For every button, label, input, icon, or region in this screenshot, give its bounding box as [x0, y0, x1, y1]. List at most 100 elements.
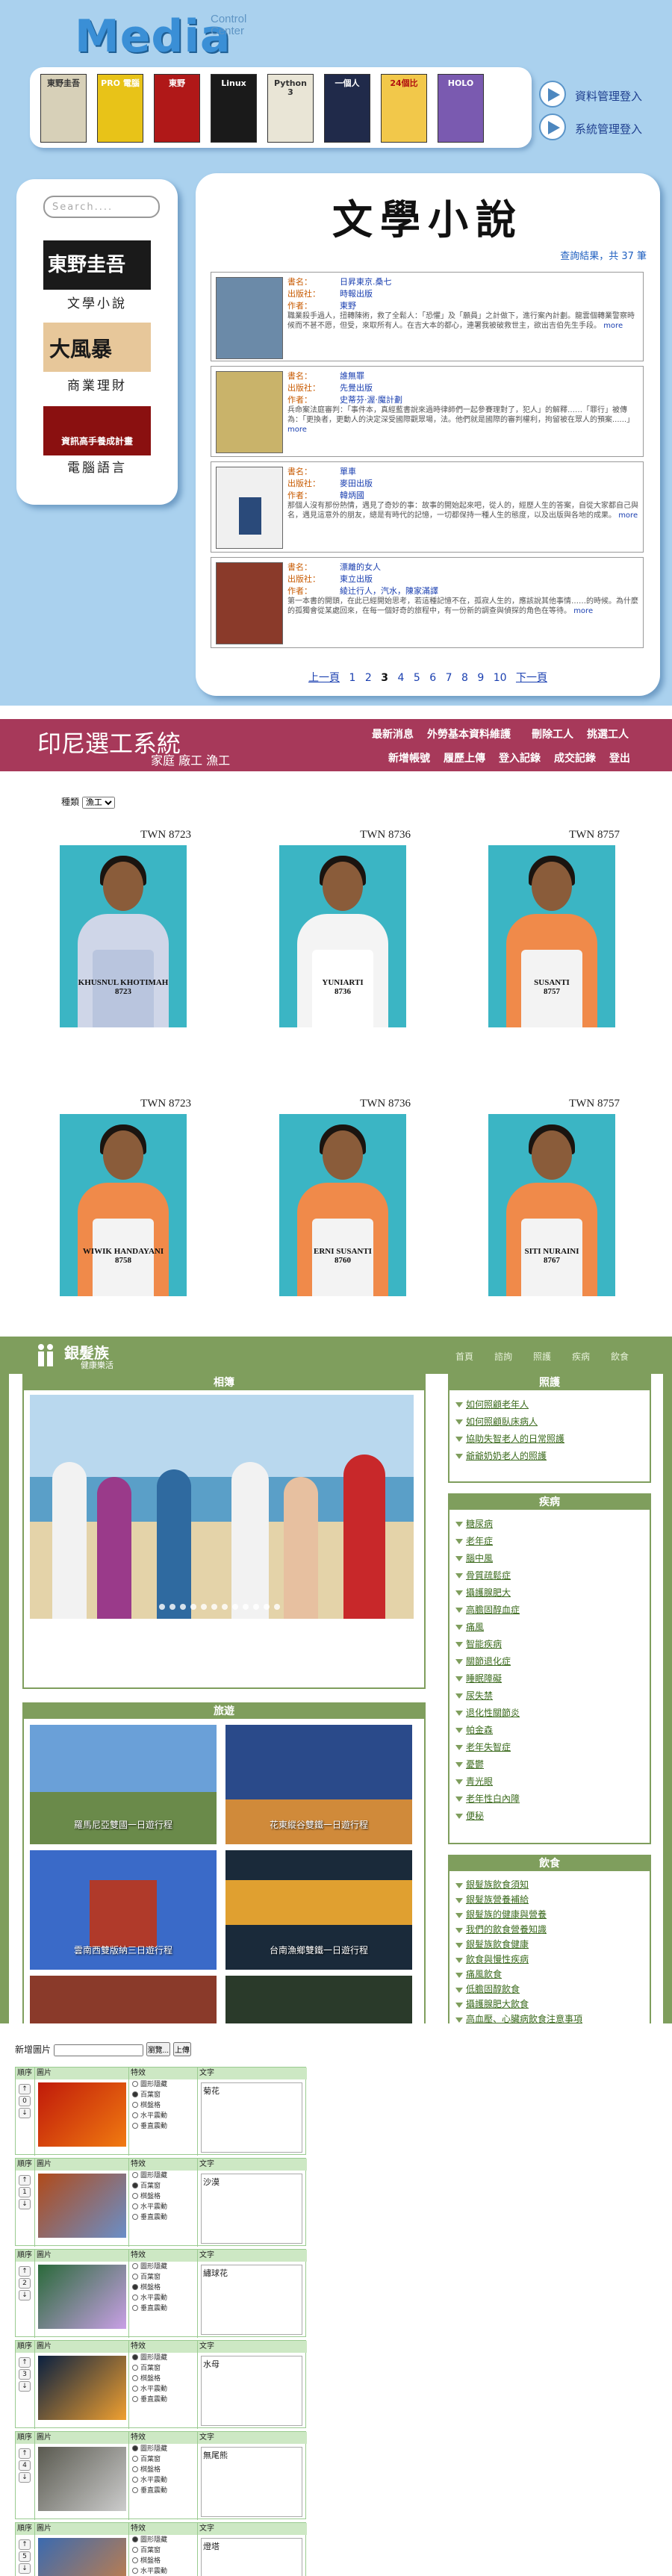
category-business[interactable]: 商業理財 [31, 375, 163, 393]
effect-radio[interactable]: 百葉窗 [129, 2272, 197, 2283]
diet-link[interactable]: 攝護腺肥大飲食 [455, 1997, 582, 2012]
disease-link[interactable]: 退化性關節炎 [455, 1705, 520, 1722]
caption-textarea[interactable]: 菊花 [201, 2082, 302, 2153]
worker-card[interactable]: TWN 8723 KHUSNUL KHOTIMAH 8723 [49, 829, 206, 1038]
move-down-button[interactable]: ↓ [19, 2108, 31, 2118]
page-link[interactable]: 1 [349, 672, 355, 684]
disease-link[interactable]: 帕金森 [455, 1722, 520, 1739]
book-cover[interactable]: HOLO [438, 74, 484, 143]
move-up-button[interactable]: ↑ [19, 2539, 31, 2550]
book-title-link[interactable]: 單車 [340, 467, 356, 476]
caption-textarea[interactable]: 水母 [201, 2356, 302, 2426]
effect-radio[interactable]: 棋盤格 [129, 2283, 197, 2293]
book-cover[interactable]: 東野 [154, 74, 200, 143]
page-link[interactable]: 10 [494, 672, 507, 684]
system-admin-login[interactable]: 系統管理登入 [539, 113, 668, 142]
disease-link[interactable]: 糖尿病 [455, 1516, 520, 1533]
effect-radio[interactable]: 圖形隱藏 [129, 2171, 197, 2181]
book-cover[interactable]: 24個比 [381, 74, 427, 143]
travel-tile[interactable]: 雲南西雙版納三日遊行程 [30, 1850, 217, 1970]
book-title-link[interactable]: 日昇東京.桑七 [340, 277, 392, 287]
effect-radio[interactable]: 棋盤格 [129, 2465, 197, 2475]
effect-radio[interactable]: 百葉窗 [129, 2545, 197, 2556]
effect-radio[interactable]: 水平震動 [129, 2384, 197, 2395]
worker-card[interactable]: TWN 8736 YUNIARTI 8736 [269, 829, 426, 1038]
nav-upload-resume[interactable]: 履歷上傳 [444, 750, 485, 765]
effect-radio[interactable]: 垂直震動 [129, 2121, 197, 2132]
nav-news[interactable]: 最新消息 [372, 727, 414, 741]
worker-card[interactable]: TWN 8736 ERNI SUSANTI 8760 [269, 1098, 426, 1307]
search-input[interactable]: Search.... [43, 196, 160, 218]
disease-link[interactable]: 青光眼 [455, 1773, 520, 1791]
worker-card[interactable]: TWN 8757 SUSANTI 8757 [478, 829, 635, 1038]
nav-worker-data[interactable]: 外勞基本資料維護 [427, 727, 511, 741]
page-link[interactable]: 6 [429, 672, 436, 684]
care-link[interactable]: 協助失智老人的日常照護 [455, 1431, 564, 1448]
care-link[interactable]: 如何照顧臥床病人 [455, 1413, 564, 1431]
effect-radio[interactable]: 百葉窗 [129, 2181, 197, 2191]
effect-radio[interactable]: 圖形隱藏 [129, 2353, 197, 2363]
effect-radio[interactable]: 垂直震動 [129, 2303, 197, 2314]
effect-radio[interactable]: 水平震動 [129, 2293, 197, 2303]
disease-link[interactable]: 高膽固醇血症 [455, 1602, 520, 1619]
more-link[interactable]: more [573, 607, 593, 615]
image-thumbnail[interactable] [38, 2538, 126, 2576]
next-page-link[interactable]: 下一頁 [516, 672, 547, 684]
book-cover[interactable]: Linux [211, 74, 257, 143]
book-cover[interactable] [216, 467, 283, 549]
diet-link[interactable]: 低膽固醇飲食 [455, 1982, 582, 1997]
effect-radio[interactable]: 垂直震動 [129, 2395, 197, 2405]
diet-link[interactable]: 銀髮族飲食須知 [455, 1877, 582, 1892]
effect-radio[interactable]: 圖形隱藏 [129, 2262, 197, 2272]
disease-link[interactable]: 睡眠障礙 [455, 1670, 520, 1687]
disease-link[interactable]: 痛風 [455, 1619, 520, 1636]
disease-link[interactable]: 憂鬱 [455, 1756, 520, 1773]
disease-link[interactable]: 腦中風 [455, 1550, 520, 1567]
effect-radio[interactable]: 棋盤格 [129, 2100, 197, 2111]
travel-tile[interactable] [30, 1976, 217, 2023]
effect-radio[interactable]: 圖形隱藏 [129, 2535, 197, 2545]
effect-radio[interactable]: 圖形隱藏 [129, 2444, 197, 2454]
book-cover[interactable] [216, 371, 283, 453]
page-link[interactable]: 4 [397, 672, 404, 684]
effect-radio[interactable]: 棋盤格 [129, 2556, 197, 2566]
image-thumbnail[interactable] [38, 2265, 126, 2329]
category-programming[interactable]: 電腦語言 [31, 457, 163, 476]
disease-link[interactable]: 尿失禁 [455, 1687, 520, 1705]
move-down-button[interactable]: ↓ [19, 2290, 31, 2300]
category-select[interactable]: 漁工 [81, 797, 115, 809]
caption-textarea[interactable]: 無尾熊 [201, 2447, 302, 2517]
book-cover[interactable] [216, 562, 283, 644]
effect-radio[interactable]: 百葉窗 [129, 2090, 197, 2100]
nav-select-worker[interactable]: 挑選工人 [587, 727, 629, 741]
book-cover[interactable]: 東野圭吾 [40, 74, 87, 143]
page-link[interactable]: 7 [446, 672, 452, 684]
travel-tile[interactable]: 花東縱谷雙鐵一日遊行程 [225, 1725, 412, 1844]
care-link[interactable]: 如何照顧老年人 [455, 1396, 564, 1413]
effect-radio[interactable]: 百葉窗 [129, 2454, 197, 2465]
effect-radio[interactable]: 水平震動 [129, 2202, 197, 2212]
nav-add-account[interactable]: 新增帳號 [388, 750, 430, 765]
nav-diet[interactable]: 飲食 [611, 1350, 629, 1363]
move-down-button[interactable]: ↓ [19, 2381, 31, 2392]
care-link[interactable]: 爺爺奶奶老人的照護 [455, 1448, 564, 1465]
disease-link[interactable]: 智能疾病 [455, 1636, 520, 1653]
worker-card[interactable]: TWN 8757 SITI NURAINI 8767 [478, 1098, 635, 1307]
more-link[interactable]: more [618, 511, 638, 520]
move-up-button[interactable]: ↑ [19, 2448, 31, 2459]
effect-radio[interactable]: 棋盤格 [129, 2191, 197, 2202]
category-image-business[interactable]: 大風暴 [43, 323, 151, 372]
book-title-link[interactable]: 誰無罪 [340, 371, 364, 381]
book-cover[interactable]: 一個人 [324, 74, 370, 143]
page-link[interactable]: 8 [461, 672, 468, 684]
image-thumbnail[interactable] [38, 2174, 126, 2238]
nav-consult[interactable]: 諮詢 [494, 1350, 512, 1363]
effect-radio[interactable]: 百葉窗 [129, 2363, 197, 2374]
image-thumbnail[interactable] [38, 2082, 126, 2147]
diet-link[interactable]: 痛風飲食 [455, 1967, 582, 1982]
data-admin-login[interactable]: 資料管理登入 [539, 81, 668, 109]
category-image-literature[interactable]: 東野圭吾 [43, 240, 151, 290]
diet-link[interactable]: 飲食與慢性疾病 [455, 1952, 582, 1967]
move-up-button[interactable]: ↑ [19, 2084, 31, 2094]
nav-logout[interactable]: 登出 [609, 750, 630, 765]
